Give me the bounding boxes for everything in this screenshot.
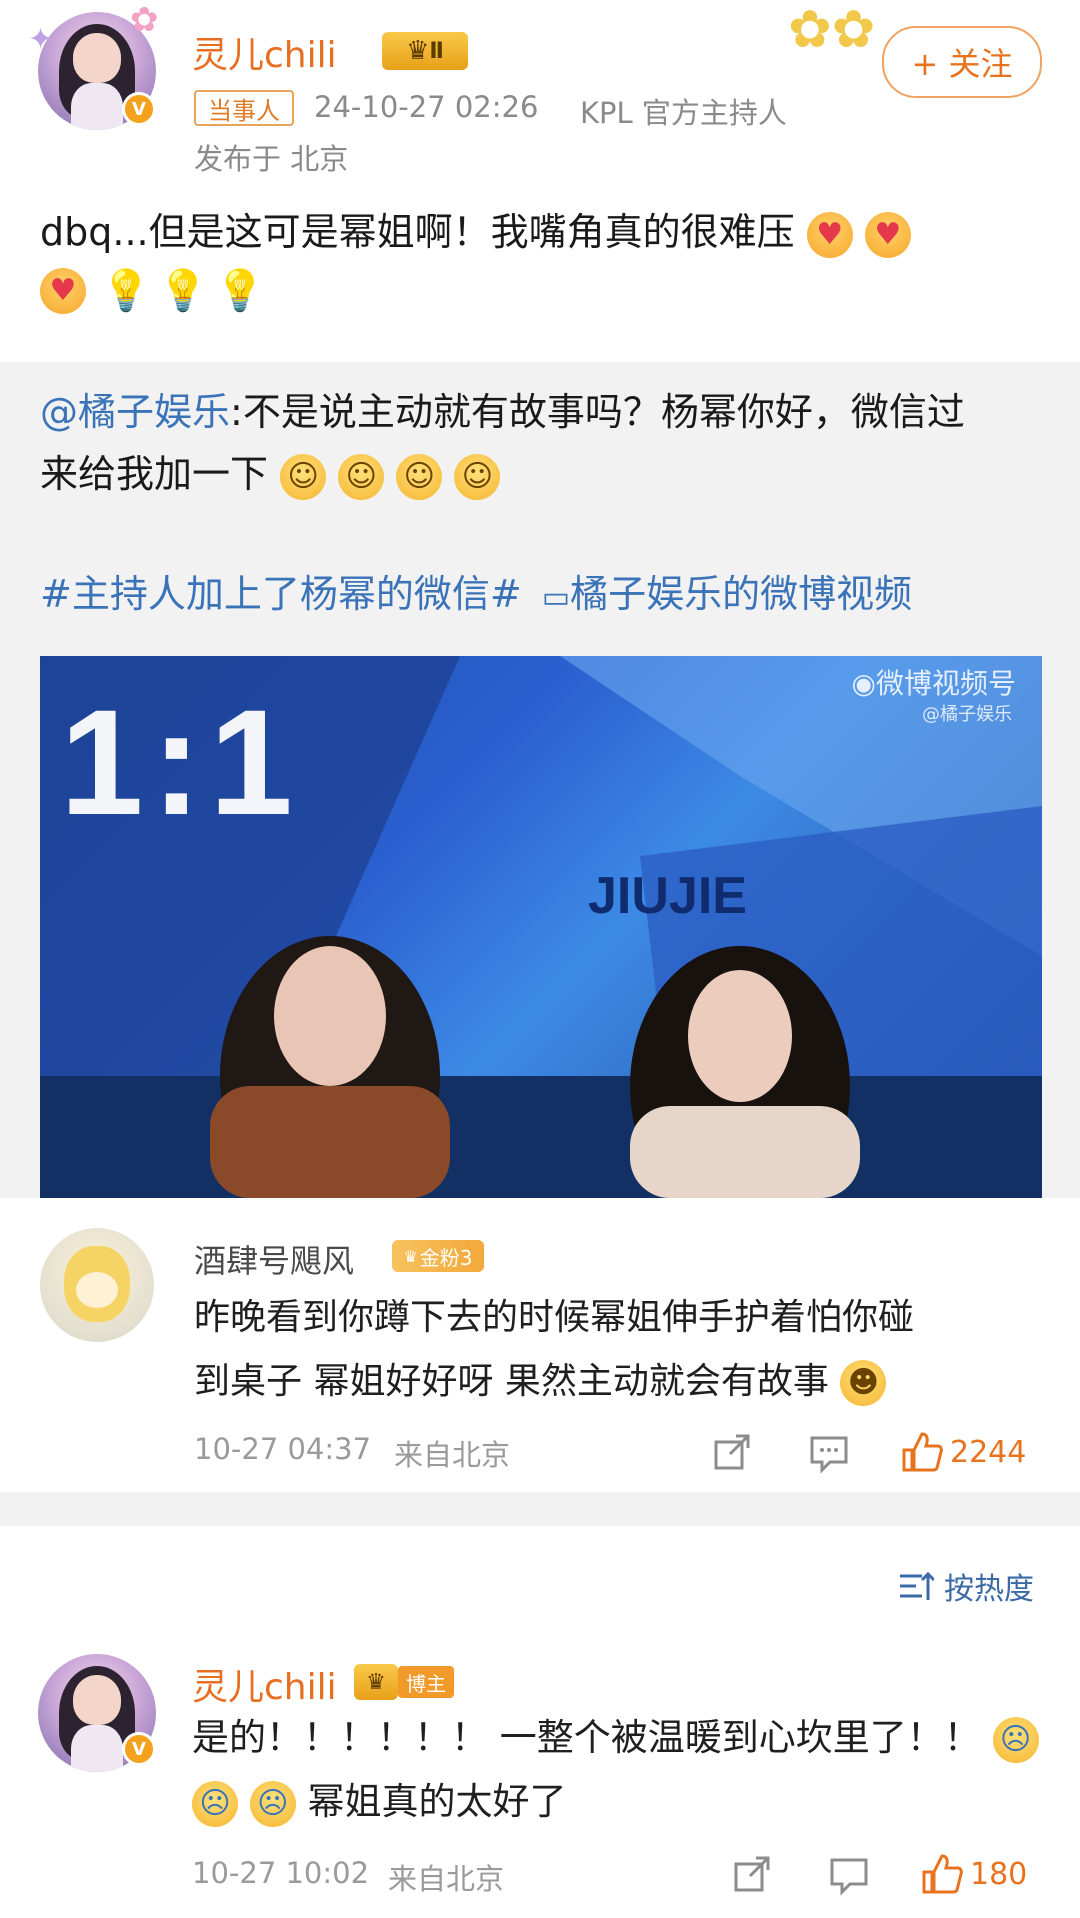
comment-text-line1: 昨晚看到你蹲下去的时候幂姐伸手护着怕你碰 xyxy=(194,1297,915,1338)
post-author-name[interactable]: 灵儿chili xyxy=(192,26,337,78)
weibo-video-watermark: ◉微博视频号 xyxy=(852,662,1016,702)
repost-text-part1: :不是说主动就有故事吗？杨幂你好，微信过 xyxy=(230,390,965,434)
crying-emoji-icon: ☹ xyxy=(192,1780,238,1827)
crying-emoji-icon: ☹ xyxy=(249,1780,296,1827)
video-player[interactable]: 1:1 JIUJIE ◉微博视频号 @橘子娱乐 xyxy=(40,656,1042,1198)
comment-icon[interactable] xyxy=(828,1856,870,1896)
emoji-row: ♥ 💡 💡 💡 xyxy=(40,268,440,324)
follow-button[interactable]: + 关注 xyxy=(882,26,1042,98)
verified-badge-icon: V xyxy=(122,92,156,126)
reply-time: 10-27 10:02 xyxy=(192,1856,370,1890)
fan-badge: ♛ 金粉3 xyxy=(392,1240,484,1272)
weibo-logo-icon: ◉ xyxy=(851,667,876,700)
reply-author-name[interactable]: 灵儿chili xyxy=(192,1658,337,1710)
section-divider xyxy=(0,1492,1080,1526)
fan-badge-text: 金粉3 xyxy=(419,1245,473,1270)
repost-text-line2: 来给我加一下 ☺ ☺ ☺ ☺ xyxy=(40,446,1050,502)
repost-text: @橘子娱乐:不是说主动就有故事吗？杨幂你好，微信过 xyxy=(40,384,1050,440)
smile-emoji-icon: ☺ xyxy=(454,453,501,500)
like-button[interactable]: 180 xyxy=(920,1852,1027,1896)
lightbulb-emoji-icon: 💡 xyxy=(101,268,151,314)
verified-badge-icon: V xyxy=(122,1732,156,1766)
reply-text-line2-text: 幂姐真的太好了 xyxy=(307,1780,567,1823)
grin-emoji-icon: ☻ xyxy=(840,1360,887,1406)
comment-location: 来自北京 xyxy=(394,1438,511,1472)
post-body: dbq...但是这可是幂姐啊！我嘴角真的很难压 ♥ ♥ xyxy=(40,204,1050,260)
comment-text-line2-text: 到桌子 幂姐好好呀 果然主动就会有故事 xyxy=(194,1361,829,1402)
blogger-badge: 博主 xyxy=(398,1666,454,1698)
thumbs-up-icon xyxy=(922,1854,963,1894)
fan-crown-icon: ♛ xyxy=(403,1246,418,1266)
level-crown-icon: ♛ xyxy=(354,1664,398,1700)
sort-button[interactable]: 按热度 xyxy=(898,1564,1034,1608)
share-icon[interactable] xyxy=(712,1432,752,1472)
smile-emoji-icon: ☺ xyxy=(280,453,327,500)
commenter-avatar[interactable] xyxy=(40,1228,154,1342)
hug-emoji-icon: ♥ xyxy=(806,211,853,258)
level-crown-icon: ♛ Ⅱ xyxy=(382,32,468,70)
share-icon[interactable] xyxy=(732,1854,772,1894)
level-badge-text: Ⅱ xyxy=(429,38,444,64)
hashtag-link[interactable]: #主持人加上了杨幂的微信# xyxy=(40,572,522,616)
post-timestamp: 24-10-27 02:26 xyxy=(314,90,539,124)
video-link[interactable]: 橘子娱乐的微博视频 xyxy=(570,572,912,616)
lightbulb-emoji-icon: 💡 xyxy=(215,268,266,314)
video-score: 1:1 xyxy=(60,678,301,846)
smile-emoji-icon: ☺ xyxy=(338,453,385,500)
mention-link[interactable]: @橘子娱乐 xyxy=(40,390,230,434)
hug-emoji-icon: ♥ xyxy=(40,268,86,314)
smile-emoji-icon: ☺ xyxy=(396,453,443,500)
like-count: 180 xyxy=(970,1856,1028,1892)
comment-time: 10-27 04:37 xyxy=(194,1432,372,1466)
post-location: 发布于 北京 xyxy=(194,142,349,176)
party-tag: 当事人 xyxy=(194,90,294,126)
reply-text-line2: ☹ ☹ 幂姐真的太好了 xyxy=(192,1774,1052,1830)
comment-text-line2: 到桌子 幂姐好好呀 果然主动就会有故事 ☻ xyxy=(194,1354,1054,1410)
star-sticker-icon: ✦ xyxy=(28,22,54,57)
post-text: dbq...但是这可是幂姐啊！我嘴角真的很难压 xyxy=(40,210,795,254)
video-camera-icon: ▭ xyxy=(541,580,571,615)
lightbulb-emoji-icon: 💡 xyxy=(158,268,208,314)
crying-emoji-icon: ☹ xyxy=(992,1716,1039,1763)
thumbs-up-icon xyxy=(902,1432,943,1472)
watermark-sub: @橘子娱乐 xyxy=(922,704,1012,725)
reply-location: 来自北京 xyxy=(388,1862,505,1896)
like-button[interactable]: 2244 xyxy=(900,1430,1026,1474)
watermark-text: 微博视频号 xyxy=(875,667,1016,700)
commenter-name[interactable]: 酒肆号飓风 xyxy=(194,1236,354,1282)
repost-links: #主持人加上了杨幂的微信# ▭橘子娱乐的微博视频 xyxy=(40,566,1050,626)
hug-emoji-icon: ♥ xyxy=(864,211,911,258)
reply-text-line1-text: 是的！！！！！！ 一整个被温暖到心坎里了！！ xyxy=(192,1716,981,1759)
video-logo: JIUJIE xyxy=(588,867,747,925)
repost-text-part2: 来给我加一下 xyxy=(40,452,269,496)
reply-text-line1: 是的！！！！！！ 一整个被温暖到心坎里了！！ ☹ xyxy=(192,1710,1052,1766)
author-role: KPL 官方主持人 xyxy=(580,96,787,130)
like-count: 2244 xyxy=(950,1434,1027,1470)
sort-icon xyxy=(900,1571,934,1600)
sort-label: 按热度 xyxy=(944,1572,1034,1607)
heart-sticker-icon: ✿ xyxy=(130,0,159,40)
comment-icon[interactable] xyxy=(808,1434,850,1474)
